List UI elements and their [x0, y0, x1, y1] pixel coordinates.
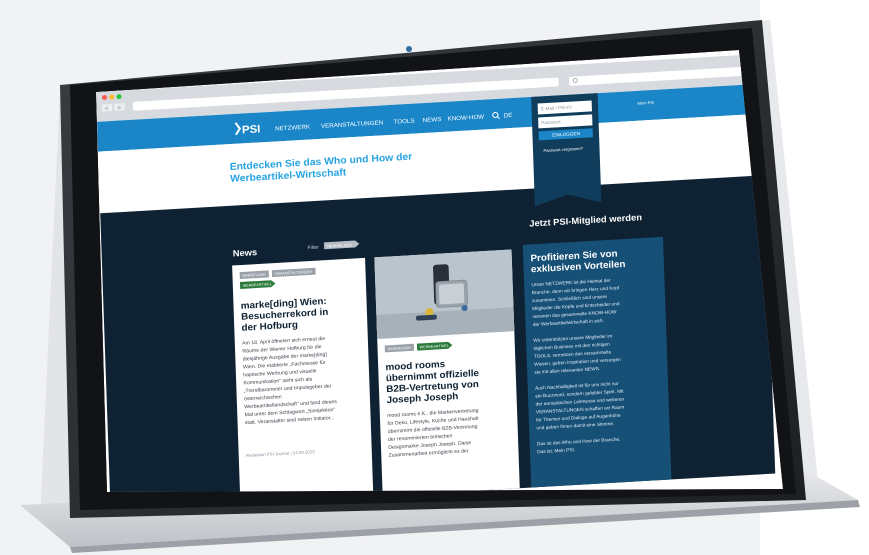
card-2-image[interactable]	[374, 249, 515, 339]
nav-item-tools[interactable]: TOOLS	[393, 118, 414, 126]
nav-item-news[interactable]: NEWS	[423, 116, 442, 124]
language-switch[interactable]: DE	[504, 112, 513, 119]
back-icon: <	[105, 105, 109, 112]
filter-label: Filter	[307, 245, 319, 252]
psi-logo-text: PSI	[242, 124, 261, 137]
news-heading: News	[233, 247, 258, 258]
camera-icon	[406, 46, 412, 52]
forward-icon: >	[117, 105, 121, 112]
laptop-mockup: < > PSI NETZWERK VERANSTALTUNGEN TOOLS N…	[20, 20, 860, 553]
mein-psi-link[interactable]: Mein PSI	[637, 100, 654, 106]
